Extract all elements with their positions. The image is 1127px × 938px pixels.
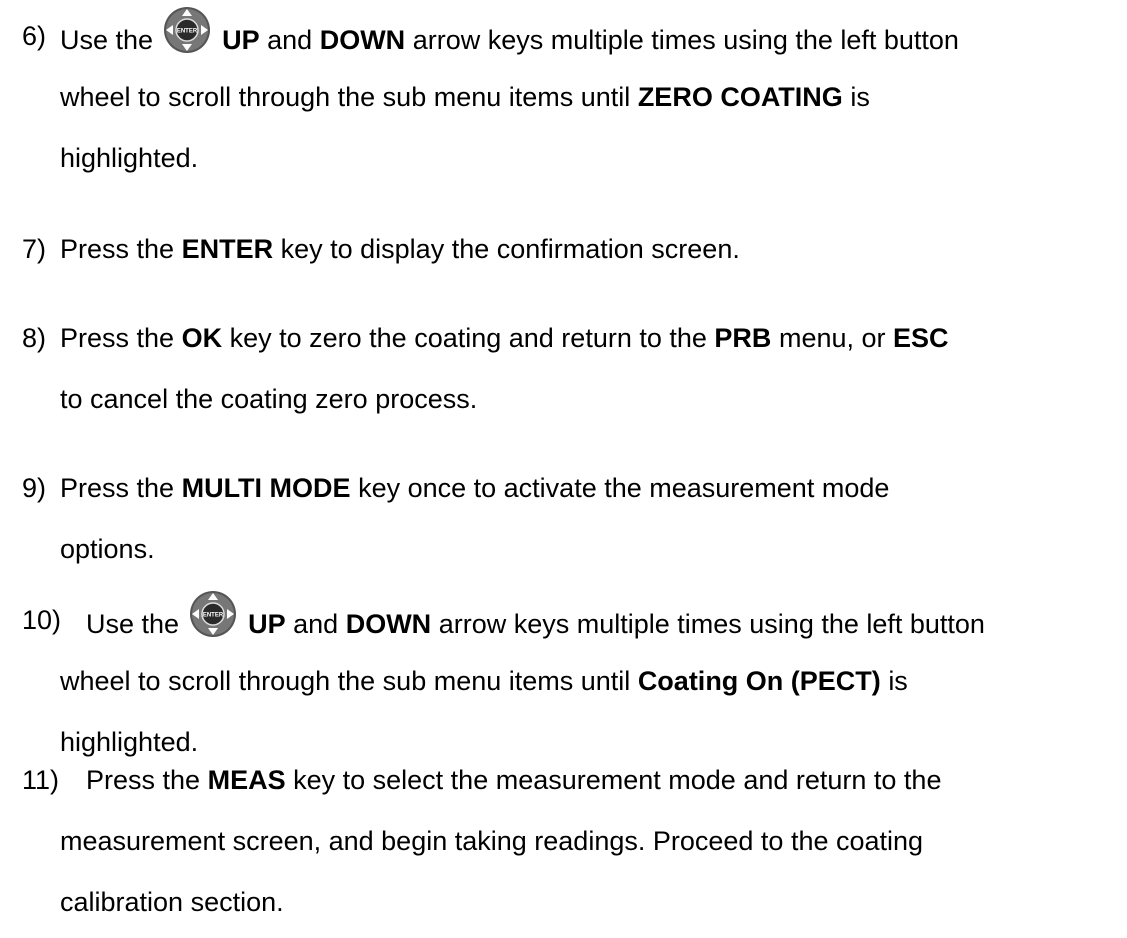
text-line: wheel to scroll through the sub menu ite… <box>60 82 870 112</box>
step-number: 10) <box>22 605 62 635</box>
svg-text:ENTER: ENTER <box>176 29 197 35</box>
step-text: Press the MULTI MODE key once to activat… <box>60 458 1127 580</box>
step-number: 7) <box>22 234 47 264</box>
svg-text:ENTER: ENTER <box>202 613 223 619</box>
step-number: 6) <box>22 21 47 51</box>
step-text: Use the ENTER UP and DOWN arrow keys mul… <box>60 6 1127 189</box>
text-line: Press the ENTER key to display the confi… <box>60 234 740 264</box>
text-line: to cancel the coating zero process. <box>60 384 478 414</box>
text-line: calibration section. <box>60 887 284 917</box>
step-text: Press the OK key to zero the coating and… <box>60 308 1127 430</box>
text-line: Press the MEAS key to select the measure… <box>86 765 942 795</box>
text-line: options. <box>60 534 155 564</box>
text-line: wheel to scroll through the sub menu ite… <box>60 666 908 696</box>
text-line: Use the ENTER UP and DOWN arrow keys mul… <box>60 590 1127 651</box>
step-number: 9) <box>22 473 47 503</box>
dpad-enter-icon: ENTER <box>163 6 211 54</box>
text-line: Use the ENTER UP and DOWN arrow keys mul… <box>60 6 1127 67</box>
step-text: Press the MEAS key to select the measure… <box>60 750 1127 933</box>
step-number: 11) <box>22 765 60 795</box>
step-text: Use the ENTER UP and DOWN arrow keys mul… <box>60 590 1127 773</box>
text-line: Press the OK key to zero the coating and… <box>60 323 949 353</box>
text-line: Press the MULTI MODE key once to activat… <box>60 473 890 503</box>
text-line: measurement screen, and begin taking rea… <box>60 826 924 856</box>
step-text: Press the ENTER key to display the confi… <box>60 219 1127 280</box>
dpad-enter-icon: ENTER <box>189 590 237 638</box>
text-line: highlighted. <box>60 143 199 173</box>
step-number: 8) <box>22 323 47 353</box>
